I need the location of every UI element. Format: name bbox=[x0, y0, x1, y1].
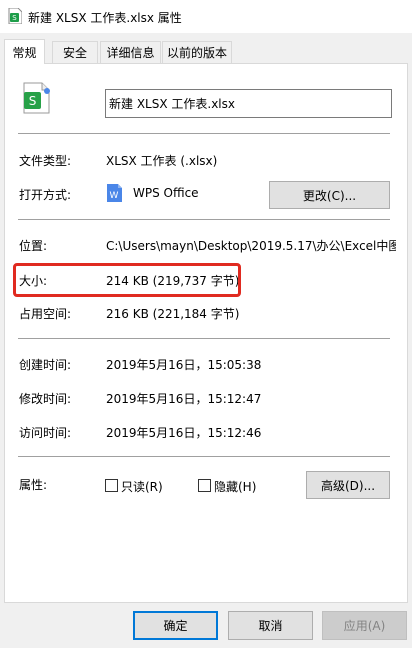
size-label: 大小: bbox=[19, 274, 48, 288]
tab-details[interactable]: 详细信息 bbox=[100, 41, 161, 63]
modified-label: 修改时间: bbox=[19, 392, 72, 406]
tab-previous-versions[interactable]: 以前的版本 bbox=[162, 41, 232, 63]
accessed-value: 2019年5月16日，15:12:46 bbox=[106, 426, 262, 440]
change-button[interactable]: 更改(C)... bbox=[269, 181, 390, 209]
ok-button[interactable]: 确定 bbox=[133, 611, 218, 640]
cancel-button-label: 取消 bbox=[258, 619, 283, 633]
xlsx-file-large-icon: S bbox=[23, 82, 50, 114]
filename-field[interactable] bbox=[105, 89, 392, 118]
tab-general-label: 常规 bbox=[12, 45, 37, 60]
open-with-value: WPS Office bbox=[133, 186, 199, 200]
attributes-label: 属性: bbox=[19, 478, 48, 492]
divider bbox=[18, 338, 390, 339]
tab-details-label: 详细信息 bbox=[106, 46, 155, 60]
file-type-value: XLSX 工作表 (.xlsx) bbox=[106, 154, 218, 168]
size-on-disk-label: 占用空间: bbox=[19, 307, 72, 321]
open-with-label: 打开方式: bbox=[19, 188, 72, 202]
apply-button[interactable]: 应用(A) bbox=[322, 611, 407, 640]
accessed-label: 访问时间: bbox=[19, 426, 72, 440]
tab-security[interactable]: 安全 bbox=[52, 41, 98, 63]
title-bar: S 新建 XLSX 工作表.xlsx 属性 bbox=[0, 0, 412, 33]
divider bbox=[18, 133, 390, 134]
change-button-label: 更改(C)... bbox=[302, 188, 357, 203]
created-value: 2019年5月16日，15:05:38 bbox=[106, 358, 262, 372]
location-value: C:\Users\mayn\Desktop\2019.5.17\办公\Excel… bbox=[106, 239, 396, 253]
location-label: 位置: bbox=[19, 239, 48, 253]
wps-office-icon: W bbox=[107, 184, 122, 202]
svg-text:W: W bbox=[110, 191, 119, 201]
hidden-checkbox[interactable] bbox=[198, 479, 211, 492]
cancel-button[interactable]: 取消 bbox=[228, 611, 313, 640]
general-panel bbox=[4, 63, 408, 603]
tab-general[interactable]: 常规 bbox=[4, 39, 45, 64]
readonly-label[interactable]: 只读(R) bbox=[121, 478, 163, 495]
ok-button-label: 确定 bbox=[163, 619, 188, 633]
svg-text:S: S bbox=[12, 14, 17, 22]
svg-text:S: S bbox=[29, 94, 37, 108]
apply-button-label: 应用(A) bbox=[343, 619, 386, 633]
divider bbox=[18, 456, 390, 457]
advanced-button[interactable]: 高级(D)... bbox=[306, 471, 390, 499]
readonly-checkbox[interactable] bbox=[105, 479, 118, 492]
created-label: 创建时间: bbox=[19, 358, 72, 372]
modified-value: 2019年5月16日，15:12:47 bbox=[106, 392, 262, 406]
divider bbox=[18, 219, 390, 220]
size-value: 214 KB (219,737 字节) bbox=[106, 274, 240, 288]
tab-security-label: 安全 bbox=[62, 46, 87, 60]
window-title: 新建 XLSX 工作表.xlsx 属性 bbox=[28, 11, 182, 25]
size-on-disk-value: 216 KB (221,184 字节) bbox=[106, 307, 240, 321]
tab-previous-versions-label: 以前的版本 bbox=[166, 46, 227, 60]
advanced-button-label: 高级(D)... bbox=[320, 478, 376, 493]
file-type-label: 文件类型: bbox=[19, 154, 72, 168]
hidden-label[interactable]: 隐藏(H) bbox=[214, 478, 256, 495]
xlsx-file-icon: S bbox=[8, 8, 22, 24]
